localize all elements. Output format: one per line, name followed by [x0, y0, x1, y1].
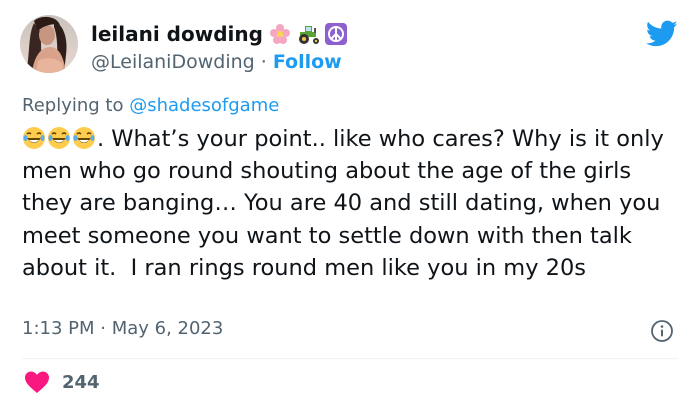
heart-icon[interactable] [24, 370, 50, 394]
tweet-timestamp[interactable]: 1:13 PM · May 6, 2023 [22, 318, 223, 339]
divider [22, 358, 678, 359]
flower-icon [269, 23, 291, 45]
reply-mention-link[interactable]: @shadesofgame [129, 95, 279, 116]
handle-separator: · [254, 51, 273, 73]
peace-icon [324, 23, 347, 45]
tractor-icon [297, 23, 319, 45]
like-action[interactable]: 244 [24, 370, 100, 394]
display-name-row: leilani dowding [91, 20, 347, 48]
tweet-card: leilani dowding @LeilaniDowding · Follow… [0, 0, 700, 410]
laughing-tears-icon [47, 126, 71, 150]
laughing-tears-icon [22, 126, 46, 150]
info-icon[interactable] [650, 319, 674, 343]
follow-button[interactable]: Follow [273, 51, 342, 73]
handle-row: @LeilaniDowding · Follow [91, 51, 347, 73]
replying-to: Replying to @shadesofgame [22, 95, 279, 116]
author-display-name[interactable]: leilani dowding [91, 22, 263, 46]
author-handle[interactable]: @LeilaniDowding [91, 51, 255, 73]
avatar[interactable] [20, 15, 78, 73]
laughing-tears-icon [72, 126, 96, 150]
tweet-text: . What’s your point.. like who cares? Wh… [22, 123, 682, 284]
twitter-bird-icon[interactable] [646, 20, 678, 48]
author-block: leilani dowding @LeilaniDowding · Follow [91, 20, 347, 73]
replying-prefix: Replying to [22, 95, 130, 116]
tweet-body: . What’s your point.. like who cares? Wh… [22, 126, 671, 281]
like-count: 244 [62, 371, 100, 393]
avatar-image [20, 15, 78, 73]
